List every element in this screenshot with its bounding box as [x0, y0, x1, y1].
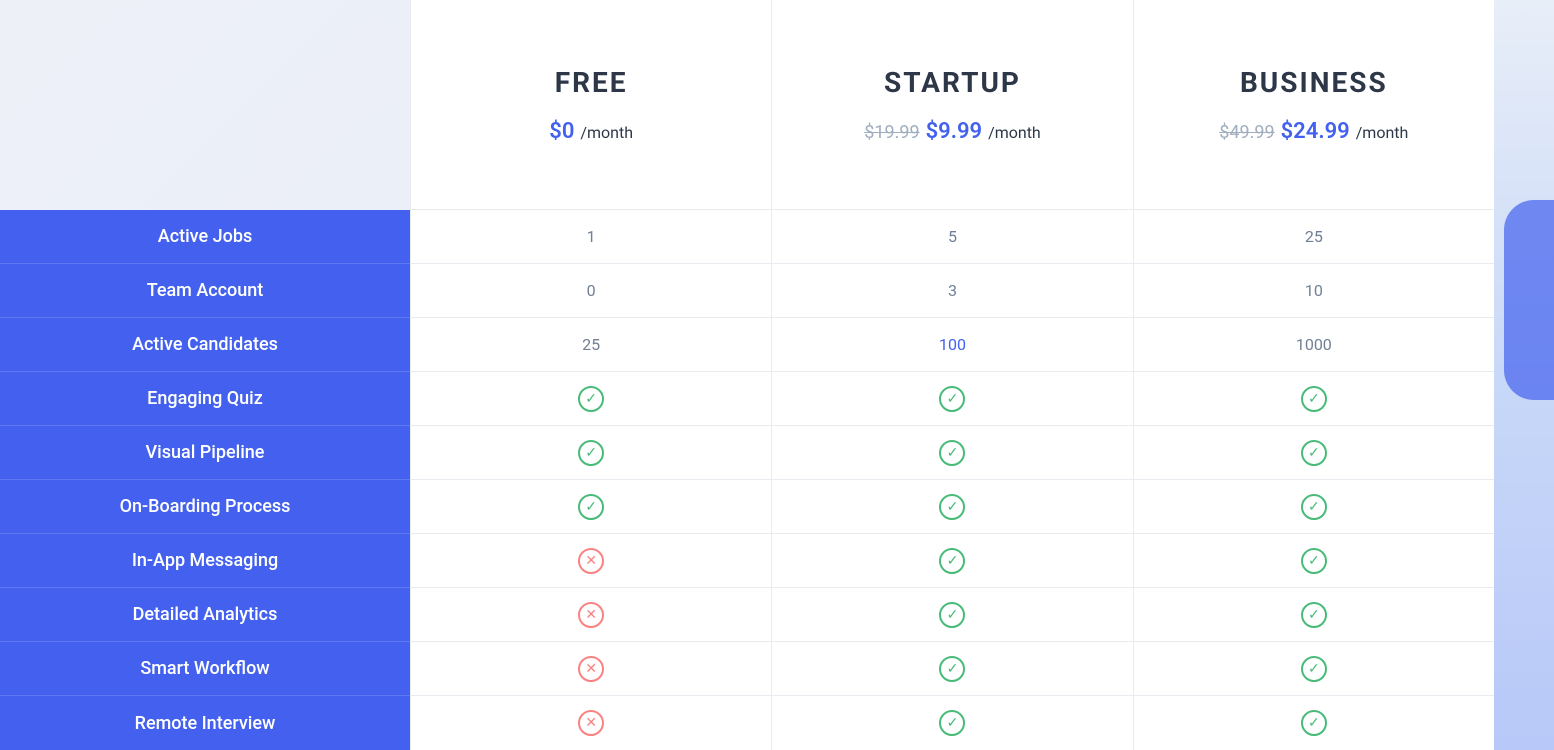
data-cell: 1000	[1134, 318, 1494, 371]
check-icon: ✓	[1301, 548, 1327, 574]
data-cell: ✕	[411, 642, 772, 695]
data-cell: 10	[1134, 264, 1494, 317]
data-cell: ✓	[411, 426, 772, 479]
check-icon: ✓	[1301, 494, 1327, 520]
data-cell: 100	[772, 318, 1133, 371]
data-cell: 0	[411, 264, 772, 317]
check-icon: ✓	[1301, 386, 1327, 412]
check-icon: ✓	[939, 656, 965, 682]
check-icon: ✓	[578, 440, 604, 466]
cross-icon: ✕	[578, 548, 604, 574]
data-row: ✓ ✓ ✓	[411, 372, 1494, 426]
plan-name: STARTUP	[884, 66, 1021, 99]
data-cell: ✓	[772, 426, 1133, 479]
plan-name: BUSINESS	[1240, 66, 1388, 99]
data-cell: ✓	[1134, 588, 1494, 641]
check-icon: ✓	[1301, 440, 1327, 466]
price-discounted: $9.99	[926, 119, 983, 144]
data-cell: 5	[772, 210, 1133, 263]
check-icon: ✓	[578, 386, 604, 412]
feature-label: Remote Interview	[0, 696, 410, 750]
feature-label: On-Boarding Process	[0, 480, 410, 534]
plans-container: FREE$0/monthSTARTUP$19.99$9.99/monthBUSI…	[410, 0, 1494, 750]
check-icon: ✓	[939, 602, 965, 628]
check-icon: ✓	[578, 494, 604, 520]
cross-icon: ✕	[578, 602, 604, 628]
data-cell: ✓	[772, 480, 1133, 533]
data-cell: ✓	[772, 642, 1133, 695]
plan-header-startup: STARTUP $19.99 $9.99/month	[772, 0, 1133, 209]
page-container: Active JobsTeam AccountActive Candidates…	[0, 0, 1554, 750]
data-row: ✕ ✓ ✓	[411, 696, 1494, 750]
price-main: $0	[549, 119, 574, 144]
check-icon: ✓	[1301, 602, 1327, 628]
data-cell: ✓	[772, 372, 1133, 425]
data-cell: ✕	[411, 696, 772, 750]
data-cell: 1	[411, 210, 772, 263]
price-period: /month	[1356, 123, 1409, 142]
data-cell: ✓	[411, 480, 772, 533]
data-cell: ✕	[411, 588, 772, 641]
data-cell: ✓	[772, 588, 1133, 641]
plans-body: 15250310251001000✓✓✓✓✓✓✓✓✓✕✓✓✕✓✓✕✓✓✕✓✓	[411, 210, 1494, 750]
data-cell: ✓	[411, 372, 772, 425]
data-cell: ✕	[411, 534, 772, 587]
data-row: 0310	[411, 264, 1494, 318]
data-row: ✕ ✓ ✓	[411, 588, 1494, 642]
check-icon: ✓	[939, 440, 965, 466]
data-cell: ✓	[772, 696, 1133, 750]
data-cell: ✓	[1134, 426, 1494, 479]
plan-price: $0/month	[549, 119, 633, 144]
plan-price: $19.99 $9.99/month	[864, 119, 1041, 144]
feature-label: Active Jobs	[0, 210, 410, 264]
data-cell: ✓	[1134, 480, 1494, 533]
data-cell: ✓	[1134, 642, 1494, 695]
feature-label: Visual Pipeline	[0, 426, 410, 480]
check-icon: ✓	[939, 710, 965, 736]
plan-header-business: BUSINESS $49.99 $24.99/month	[1134, 0, 1494, 209]
plan-header-free: FREE $0/month	[411, 0, 772, 209]
price-discounted: $24.99	[1281, 119, 1350, 144]
feature-label: Smart Workflow	[0, 642, 410, 696]
plan-name: FREE	[555, 66, 628, 99]
check-icon: ✓	[939, 494, 965, 520]
check-icon: ✓	[1301, 710, 1327, 736]
data-cell: ✓	[1134, 372, 1494, 425]
data-cell: ✓	[1134, 696, 1494, 750]
price-original: $19.99	[864, 122, 919, 143]
data-row: ✓ ✓ ✓	[411, 426, 1494, 480]
data-cell: 3	[772, 264, 1133, 317]
data-row: ✕ ✓ ✓	[411, 534, 1494, 588]
data-cell: ✓	[1134, 534, 1494, 587]
plan-price: $49.99 $24.99/month	[1219, 119, 1408, 144]
plans-header: FREE$0/monthSTARTUP$19.99$9.99/monthBUSI…	[411, 0, 1494, 210]
price-original: $49.99	[1219, 122, 1274, 143]
data-cell: 25	[411, 318, 772, 371]
left-sidebar: Active JobsTeam AccountActive Candidates…	[0, 0, 410, 750]
price-period: /month	[580, 123, 633, 142]
data-row: 251001000	[411, 318, 1494, 372]
right-decoration	[1494, 0, 1554, 750]
feature-label: Engaging Quiz	[0, 372, 410, 426]
data-cell: 25	[1134, 210, 1494, 263]
feature-label: In-App Messaging	[0, 534, 410, 588]
check-icon: ✓	[939, 548, 965, 574]
price-period: /month	[988, 123, 1041, 142]
data-row: ✕ ✓ ✓	[411, 642, 1494, 696]
feature-label: Active Candidates	[0, 318, 410, 372]
check-icon: ✓	[939, 386, 965, 412]
data-row: 1525	[411, 210, 1494, 264]
feature-label: Detailed Analytics	[0, 588, 410, 642]
data-cell: ✓	[772, 534, 1133, 587]
cross-icon: ✕	[578, 710, 604, 736]
check-icon: ✓	[1301, 656, 1327, 682]
feature-label: Team Account	[0, 264, 410, 318]
cross-icon: ✕	[578, 656, 604, 682]
data-row: ✓ ✓ ✓	[411, 480, 1494, 534]
